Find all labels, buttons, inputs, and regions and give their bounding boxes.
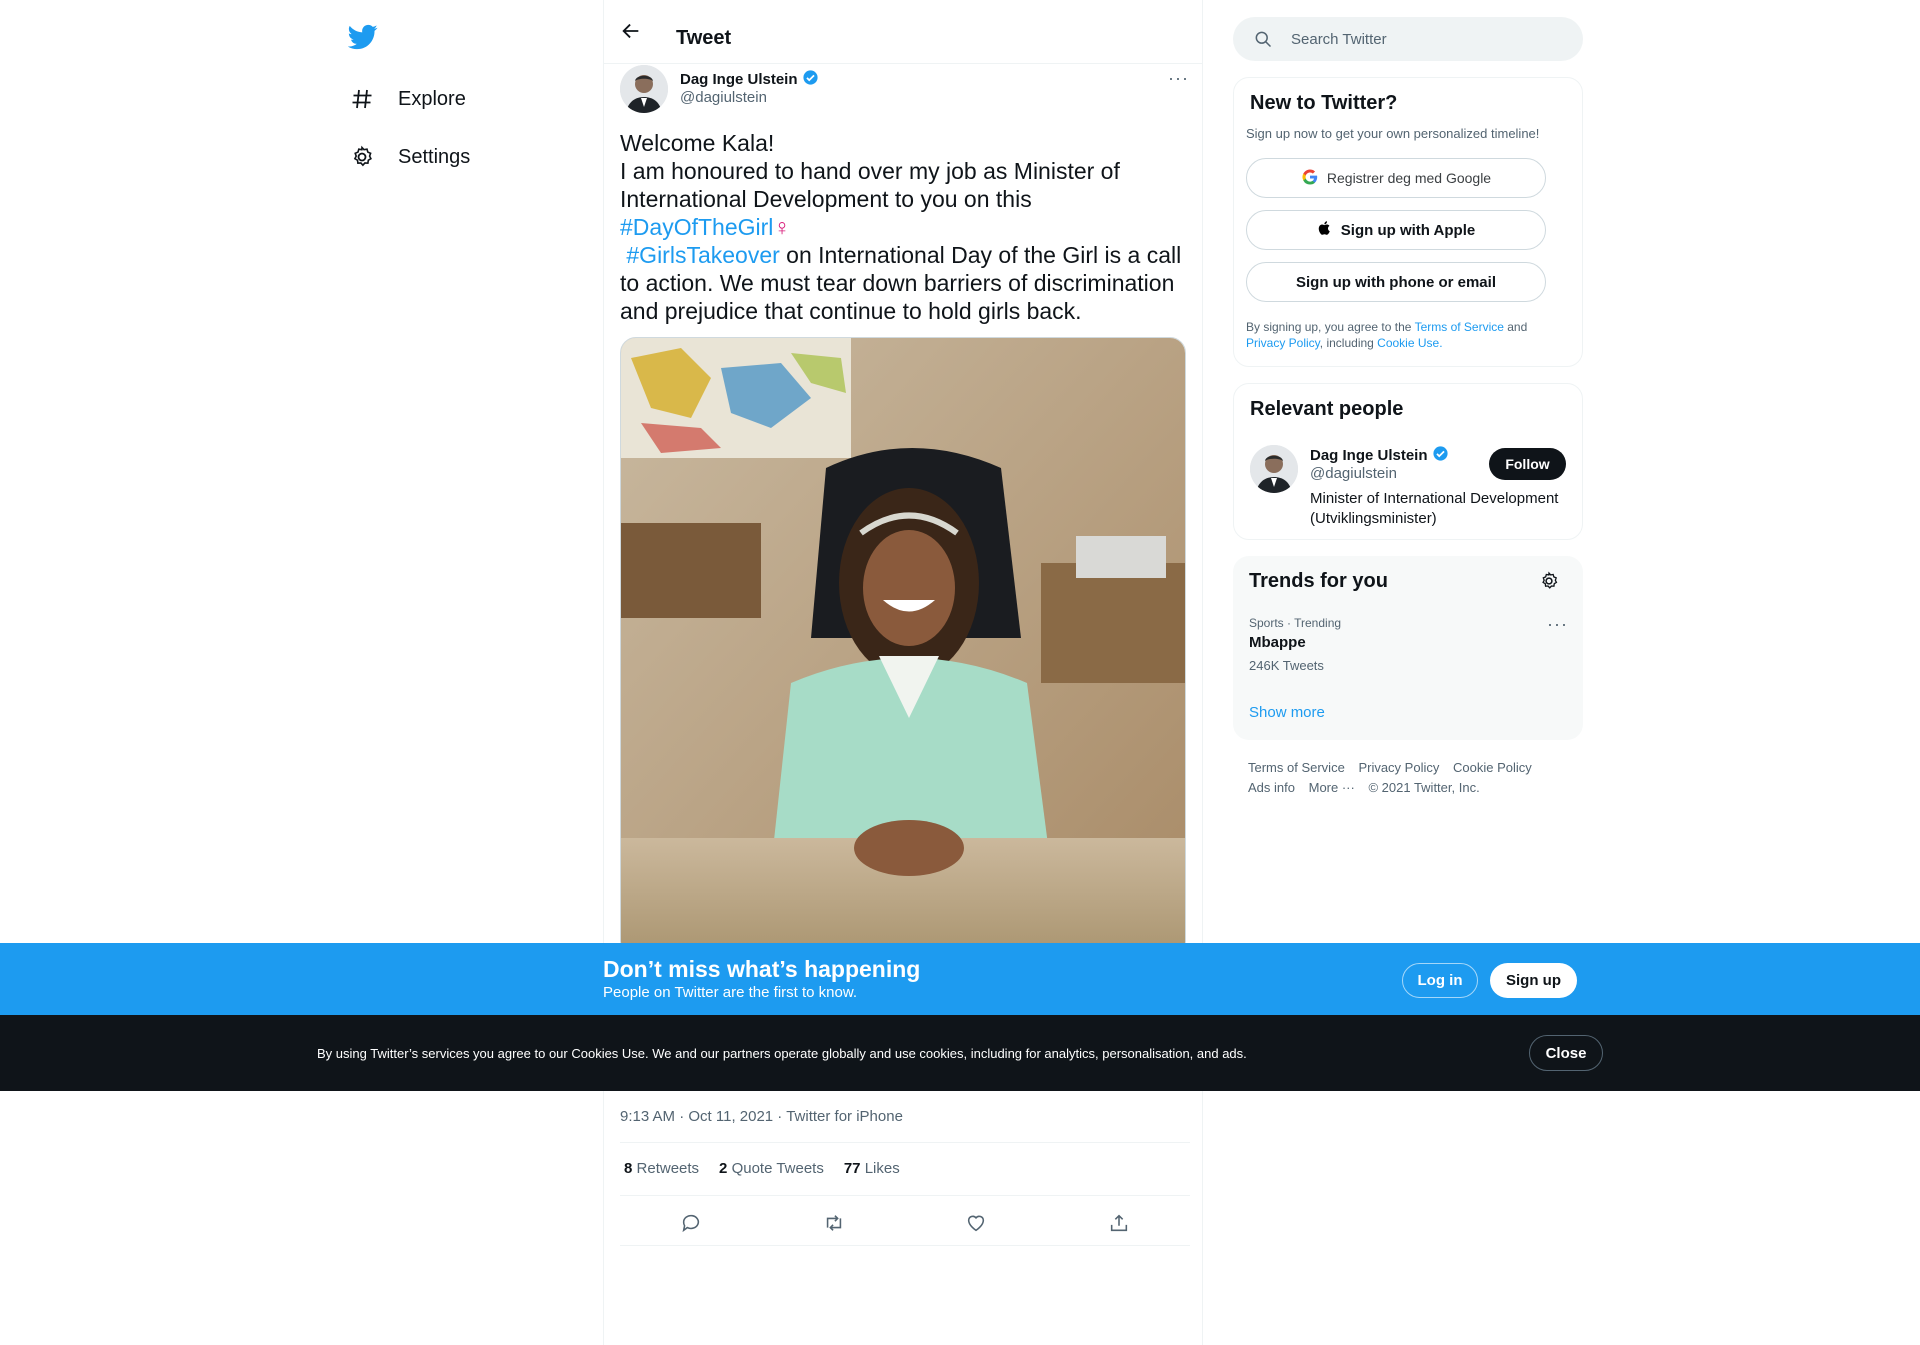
footer-ads-link[interactable]: Ads info bbox=[1248, 780, 1295, 795]
quotes-label: Quote Tweets bbox=[731, 1160, 824, 1177]
tweet-photo[interactable] bbox=[620, 337, 1186, 957]
verified-badge-icon bbox=[1432, 445, 1449, 466]
hashtag-girlstakeover[interactable]: #GirlsTakeover bbox=[626, 242, 779, 268]
divider bbox=[620, 1245, 1190, 1246]
signup-button[interactable]: Sign up bbox=[1490, 963, 1577, 998]
cookie-text: By using Twitter’s services you agree to… bbox=[317, 1046, 1247, 1061]
tweet-text: Welcome Kala! I am honoured to hand over… bbox=[620, 129, 1190, 325]
follow-button[interactable]: Follow bbox=[1489, 448, 1566, 480]
footer-copyright: © 2021 Twitter, Inc. bbox=[1368, 780, 1480, 795]
apple-signup-button[interactable]: Sign up with Apple bbox=[1246, 210, 1546, 250]
google-logo-icon bbox=[1301, 168, 1319, 189]
female-sign-emoji: ♀ bbox=[773, 214, 791, 240]
author-handle: @dagiulstein bbox=[680, 89, 767, 106]
google-signup-label: Registrer deg med Google bbox=[1326, 170, 1492, 186]
relevant-people-card: Relevant people Dag Inge Ulstein @dagiul… bbox=[1233, 383, 1583, 540]
person-avatar[interactable] bbox=[1250, 445, 1298, 493]
tweet-stats: 8 Retweets 2 Quote Tweets 77 Likes bbox=[624, 1160, 900, 1177]
verified-badge-icon bbox=[802, 69, 819, 90]
more-options-icon[interactable]: ··· bbox=[1168, 68, 1189, 89]
likes-stat[interactable]: 77 Likes bbox=[844, 1160, 900, 1177]
banner-title: Don’t miss what’s happening bbox=[603, 956, 921, 982]
nav-settings[interactable]: Settings bbox=[348, 137, 470, 177]
phone-email-signup-button[interactable]: Sign up with phone or email bbox=[1246, 262, 1546, 302]
phone-email-signup-label: Sign up with phone or email bbox=[1295, 273, 1496, 291]
search-icon bbox=[1253, 29, 1273, 49]
legal-privacy-link[interactable]: Privacy Policy bbox=[1246, 336, 1320, 350]
apple-logo-icon bbox=[1317, 220, 1333, 240]
trend-count: 246K Tweets bbox=[1249, 658, 1324, 673]
likes-count: 77 bbox=[843, 1160, 861, 1177]
tweet-actions bbox=[620, 1200, 1190, 1250]
footer-tos-link[interactable]: Terms of Service bbox=[1248, 760, 1345, 775]
hashtag-dayofthegirl[interactable]: #DayOfTheGirl bbox=[620, 214, 773, 240]
tweet-text-line2: I am honoured to hand over my job as Min… bbox=[620, 158, 1120, 212]
card-subtitle: Sign up now to get your own personalized… bbox=[1246, 126, 1540, 141]
legal-tos-link[interactable]: Terms of Service bbox=[1415, 320, 1504, 334]
girl-at-desk-photo bbox=[621, 338, 1185, 956]
legal-including: , including bbox=[1319, 336, 1378, 350]
trend-context: Sports · Trending bbox=[1249, 616, 1342, 630]
share-icon[interactable] bbox=[1108, 1212, 1130, 1239]
nav-explore-label: Explore bbox=[398, 87, 466, 110]
tweet-text-line1: Welcome Kala! bbox=[620, 130, 775, 156]
author-name: Dag Inge Ulstein bbox=[680, 71, 798, 88]
like-heart-icon[interactable] bbox=[965, 1212, 987, 1239]
person-name-row[interactable]: Dag Inge Ulstein bbox=[1310, 445, 1449, 466]
trend-item[interactable]: Sports · Trending Mbappe 246K Tweets ··· bbox=[1233, 612, 1583, 682]
tweet-header: Tweet bbox=[604, 0, 1202, 64]
retweet-icon[interactable] bbox=[823, 1212, 845, 1239]
footer-more-link[interactable]: More ··· bbox=[1309, 780, 1355, 795]
signup-legal-text: By signing up, you agree to the Terms of… bbox=[1246, 319, 1566, 351]
retweets-count: 8 bbox=[624, 1160, 633, 1177]
tweet-column: Tweet Dag Inge Ulstein @dagiulstein ··· … bbox=[603, 0, 1203, 1345]
new-to-twitter-card: New to Twitter? Sign up now to get your … bbox=[1233, 77, 1583, 367]
quotes-count: 2 bbox=[719, 1160, 728, 1177]
trend-name: Mbappe bbox=[1249, 634, 1306, 651]
search-input[interactable] bbox=[1289, 29, 1559, 49]
search-box[interactable] bbox=[1233, 17, 1583, 61]
apple-signup-label: Sign up with Apple bbox=[1340, 221, 1476, 239]
person-handle: @dagiulstein bbox=[1310, 465, 1397, 482]
card-title: Relevant people bbox=[1250, 398, 1404, 420]
footer-cookie-link[interactable]: Cookie Policy bbox=[1453, 760, 1532, 775]
legal-cookie-link[interactable]: Cookie Use. bbox=[1377, 336, 1442, 350]
trends-card: Trends for you Sports · Trending Mbappe … bbox=[1233, 556, 1583, 740]
card-title: New to Twitter? bbox=[1250, 92, 1398, 114]
footer-privacy-link[interactable]: Privacy Policy bbox=[1358, 760, 1439, 775]
twitter-logo-icon[interactable] bbox=[347, 22, 384, 58]
banner-subtitle: People on Twitter are the first to know. bbox=[603, 984, 858, 1001]
google-signup-button[interactable]: Registrer deg med Google bbox=[1246, 158, 1546, 198]
person-bio: Minister of International Development (U… bbox=[1310, 490, 1559, 527]
retweets-stat[interactable]: 8 Retweets bbox=[624, 1160, 699, 1177]
nav-settings-label: Settings bbox=[398, 145, 471, 168]
reply-icon[interactable] bbox=[680, 1212, 702, 1239]
author-avatar[interactable] bbox=[620, 65, 668, 113]
tweet-timestamp[interactable]: 9:13 AM · Oct 11, 2021 · Twitter for iPh… bbox=[620, 1108, 903, 1125]
trends-settings-gear-icon[interactable] bbox=[1539, 571, 1559, 596]
show-more-link[interactable]: Show more bbox=[1249, 704, 1325, 721]
signup-banner bbox=[0, 943, 1920, 1015]
divider bbox=[620, 1142, 1190, 1143]
legal-prefix: By signing up, you agree to the bbox=[1246, 320, 1415, 334]
person-name: Dag Inge Ulstein bbox=[1310, 447, 1428, 464]
footer-links: Terms of Service Privacy Policy Cookie P… bbox=[1248, 758, 1588, 798]
quotes-stat[interactable]: 2 Quote Tweets bbox=[719, 1160, 824, 1177]
page-title: Tweet bbox=[676, 27, 732, 49]
cookie-close-button[interactable]: Close bbox=[1529, 1035, 1603, 1071]
divider bbox=[620, 1195, 1190, 1196]
author-name-row[interactable]: Dag Inge Ulstein bbox=[680, 69, 819, 90]
login-button[interactable]: Log in bbox=[1402, 963, 1478, 998]
retweets-label: Retweets bbox=[636, 1160, 700, 1177]
back-arrow-icon[interactable] bbox=[620, 20, 644, 44]
nav-explore[interactable]: Explore bbox=[348, 79, 466, 119]
legal-and: and bbox=[1503, 320, 1528, 334]
likes-label: Likes bbox=[864, 1160, 900, 1177]
card-title: Trends for you bbox=[1249, 570, 1388, 592]
gear-icon bbox=[348, 143, 376, 171]
hashtag-icon bbox=[348, 85, 376, 113]
trend-more-icon[interactable]: ··· bbox=[1547, 614, 1568, 635]
